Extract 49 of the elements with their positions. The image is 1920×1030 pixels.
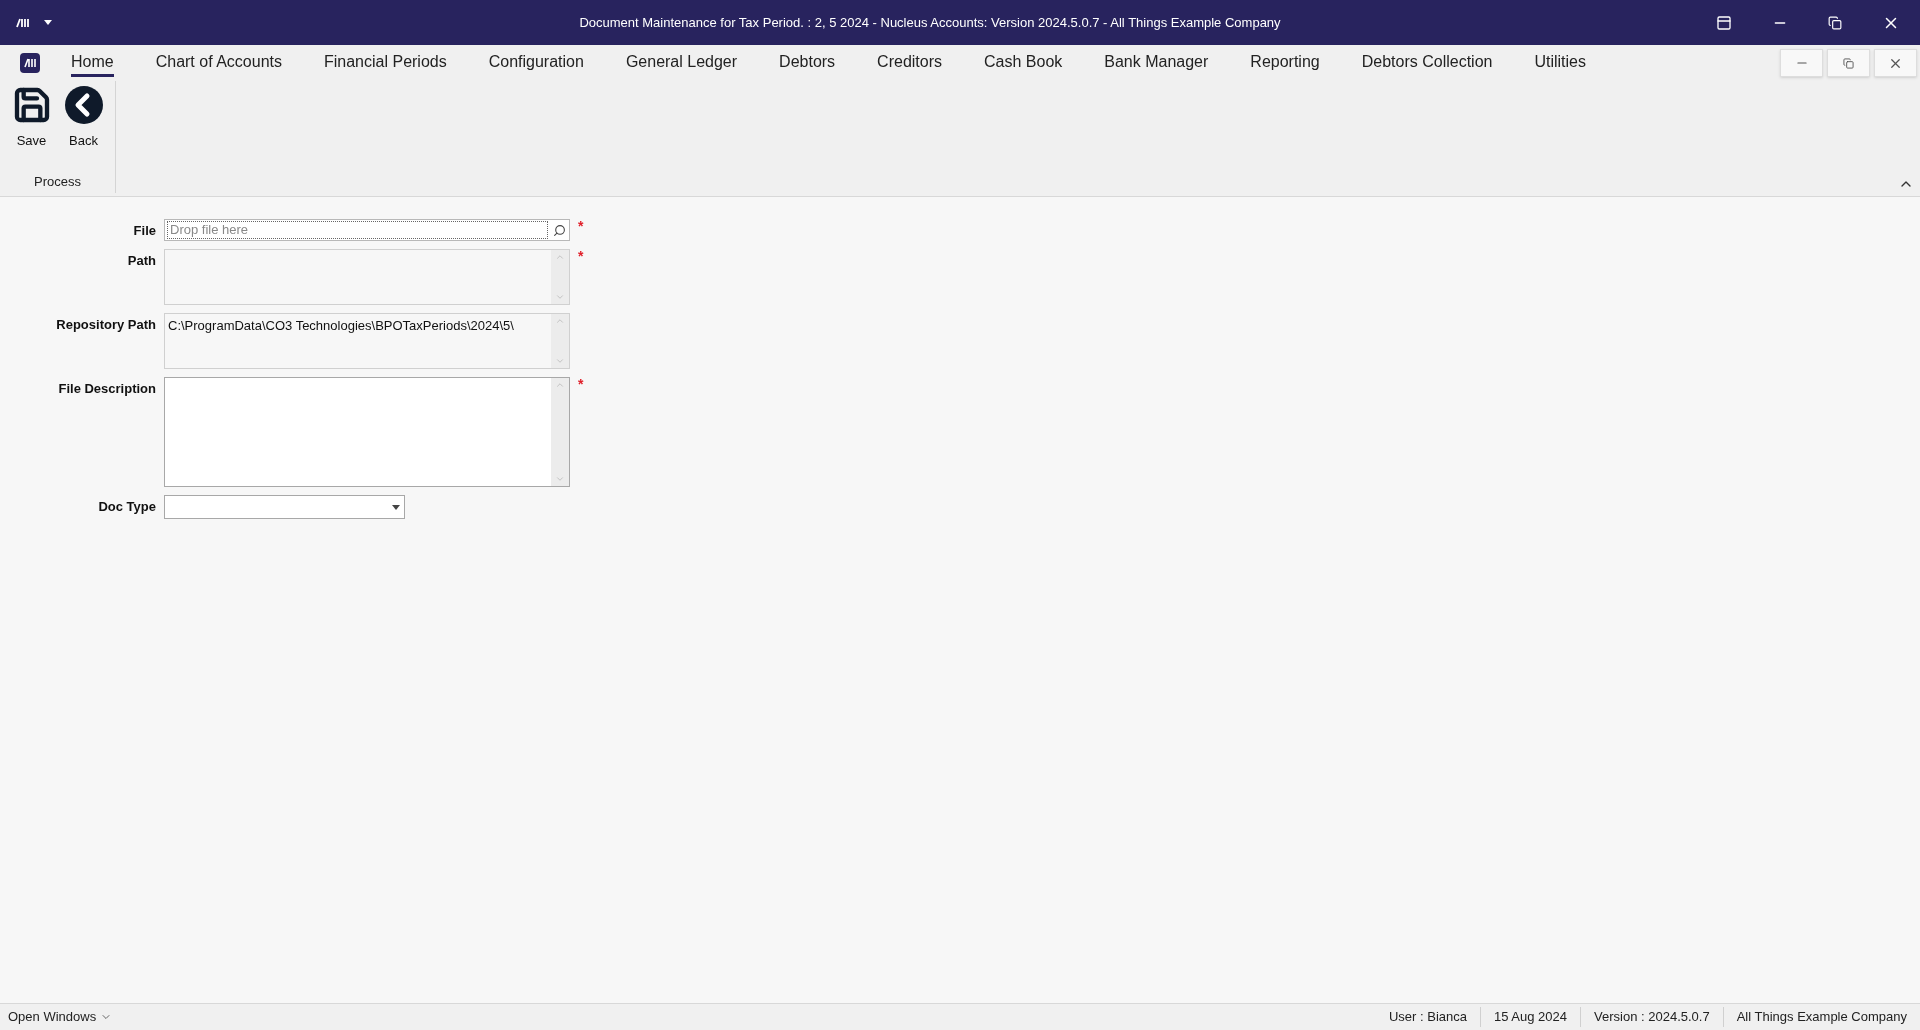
search-icon[interactable] [553, 223, 566, 237]
scroll-up-icon[interactable] [555, 380, 565, 390]
field-label: Repository Path [55, 316, 156, 334]
required-asterisk: * [578, 249, 584, 263]
scrollbar[interactable] [551, 378, 569, 486]
restore-button[interactable] [1827, 49, 1870, 77]
window-title: Document Maintenance for Tax Period. : 2, 5 2024 - Nucleus Accounts: Version 2024.5.0.7 - All Things Example Company [578, 13, 1282, 32]
ribbon-tab[interactable]: Cash Book [984, 49, 1063, 77]
ribbon-tab[interactable]: Creditors [877, 49, 942, 77]
ribbon-tab[interactable]: Financial Periods [324, 49, 447, 77]
close-button[interactable] [1874, 49, 1917, 77]
ribbon-tab[interactable]: Bank Manager [1104, 49, 1209, 77]
app-menu-icon[interactable] [20, 53, 40, 73]
ribbon-tab[interactable]: Home [71, 49, 114, 77]
field-label: Doc Type [97, 498, 156, 516]
save-button[interactable]: Save [11, 85, 52, 151]
status-text: User : Bianca [1387, 1008, 1468, 1027]
required-asterisk: * [578, 377, 584, 391]
field-label: File Description [57, 380, 156, 398]
ribbon-tab[interactable]: General Ledger [625, 49, 738, 77]
text-area[interactable] [164, 377, 570, 487]
app-logo[interactable] [16, 17, 30, 28]
ribbon-tab[interactable]: Reporting [1250, 49, 1320, 77]
restore-icon [1843, 57, 1854, 69]
status-text: All Things Example Company [1722, 1007, 1920, 1027]
ribbon-tab[interactable]: Debtors Collection [1361, 49, 1493, 77]
required-asterisk: * [578, 219, 584, 233]
back-icon [63, 85, 104, 125]
placeholder-text: Drop file here [167, 221, 548, 239]
restore-icon[interactable] [1828, 15, 1842, 30]
scroll-down-icon[interactable] [555, 474, 565, 484]
status-text: 15 Aug 2024 [1480, 1007, 1581, 1027]
back-button[interactable]: Back [63, 85, 104, 151]
layout-icon[interactable] [1716, 14, 1732, 31]
file-field[interactable]: Drop file here [164, 219, 570, 241]
open-windows-button[interactable]: Open Windows [0, 1007, 113, 1027]
ribbon-tab[interactable]: Utilities [1534, 49, 1586, 77]
field-label: File [132, 222, 156, 240]
ribbon-group-label: Process [34, 172, 81, 191]
caret-icon [392, 504, 400, 510]
doc-type-dropdown[interactable] [164, 495, 405, 519]
status-text: Version : 2024.5.0.7 [1580, 1007, 1723, 1027]
field-value: C:\ProgramData\CO3 Technologies\BPOTaxPeriods\2024\5\ [168, 318, 514, 333]
ribbon-tab[interactable]: Chart of Accounts [155, 49, 282, 77]
minimize-button[interactable] [1780, 49, 1823, 77]
caret-icon[interactable] [44, 20, 52, 25]
ribbon-tab[interactable]: Debtors [779, 49, 836, 77]
field-label: Path [126, 252, 156, 270]
ribbon-tab[interactable]: Configuration [488, 49, 584, 77]
